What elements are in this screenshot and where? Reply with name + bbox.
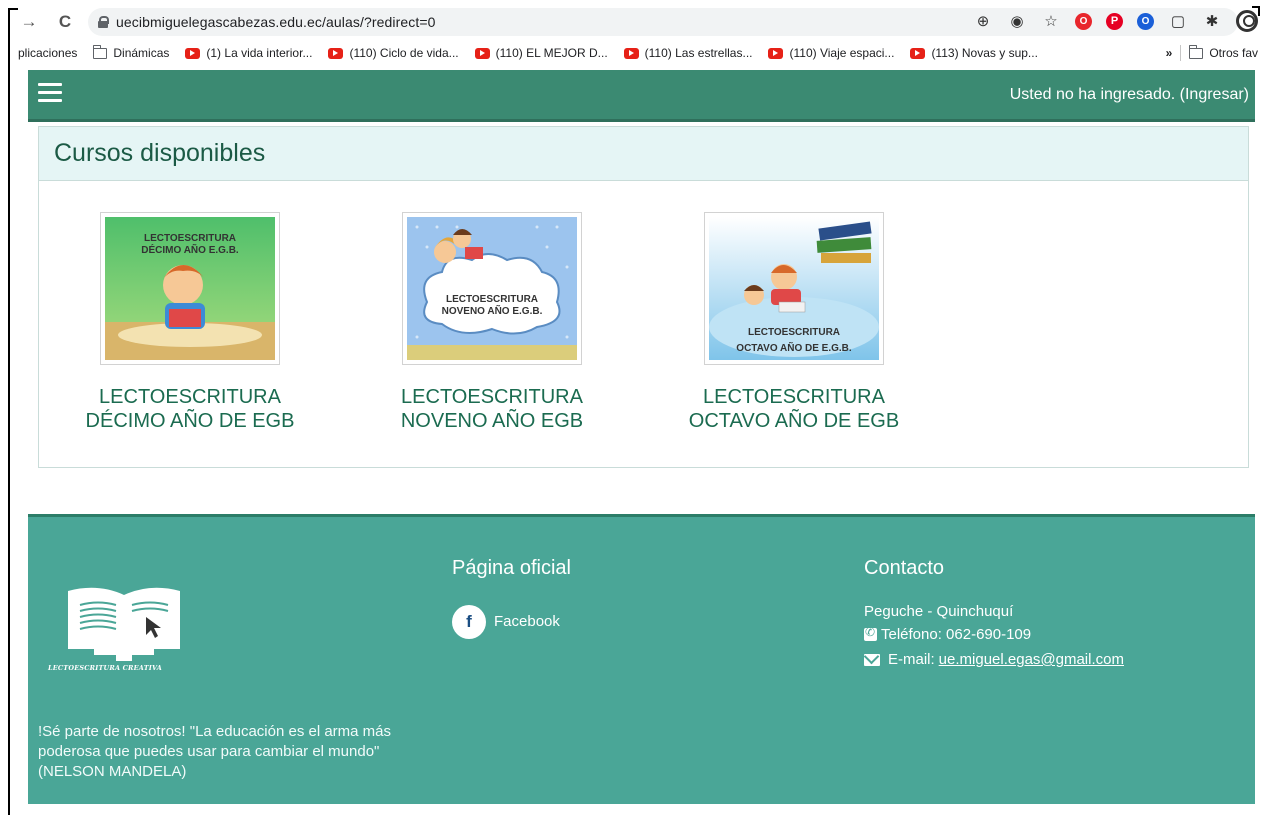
crop-border-left — [8, 8, 10, 815]
course-card[interactable]: LECTOESCRITURA DÉCIMO AÑO E.G.B. LECTOES… — [70, 212, 310, 433]
youtube-icon — [328, 47, 344, 59]
thumb-line1: LECTOESCRITURA — [748, 327, 840, 338]
toolbar-icons: ⊕ ◉ ☆ O P O ▢ ✱ — [973, 10, 1258, 32]
folder-icon — [1188, 44, 1204, 59]
youtube-icon — [910, 47, 926, 59]
course-title[interactable]: LECTOESCRITURA DÉCIMO AÑO DE EGB — [70, 385, 310, 433]
profile-avatar-icon[interactable] — [1236, 10, 1258, 32]
youtube-icon — [474, 47, 490, 59]
lock-icon[interactable] — [98, 16, 109, 28]
pinterest-icon[interactable]: P — [1106, 12, 1123, 30]
mail-icon — [864, 653, 880, 666]
course-title[interactable]: LECTOESCRITURA NOVENO AÑO EGB — [372, 385, 612, 433]
site-footer: LECTOESCRITURA CREATIVA !Sé parte de nos… — [28, 514, 1255, 804]
bookmark-label: plicaciones — [18, 46, 78, 60]
folder-icon — [92, 44, 108, 59]
email-label: E-mail: — [888, 651, 935, 668]
facebook-label[interactable]: Facebook — [494, 613, 560, 630]
crop-border-corner — [8, 8, 18, 10]
courses-header: Cursos disponibles — [39, 127, 1248, 181]
course-thumbnail[interactable]: LECTOESCRITURA OCTAVO AÑO DE E.G.B. — [704, 212, 884, 365]
footer-quote: !Sé parte de nosotros! "La educación es … — [38, 723, 392, 780]
contact-heading: Contacto — [864, 557, 945, 579]
forward-icon[interactable]: → — [18, 11, 40, 33]
youtube-icon — [185, 47, 201, 59]
login-link[interactable]: Usted no ha ingresado. (Ingresar) — [1010, 86, 1249, 104]
phone-icon — [864, 625, 877, 641]
reading-list-icon[interactable]: ▢ — [1168, 11, 1188, 31]
zoom-icon[interactable]: ⊕ — [973, 11, 993, 31]
bookmark-item[interactable]: (110) Las estrellas... — [623, 46, 753, 60]
course-title[interactable]: LECTOESCRITURA OCTAVO AÑO DE EGB — [674, 385, 914, 433]
course-card[interactable]: LECTOESCRITURA NOVENO AÑO E.G.B. LECTOES… — [372, 212, 612, 433]
bookmark-item[interactable]: (1) La vida interior... — [185, 46, 312, 60]
available-courses-panel: Cursos disponibles LECTOESCRITURA DÉCIMO… — [38, 126, 1249, 468]
course-title-line2: NOVENO AÑO EGB — [400, 410, 584, 432]
phone-text: Teléfono: 062-690-109 — [881, 626, 1032, 643]
contact-address: Peguche - Quinchuquí — [864, 603, 1014, 620]
other-bookmarks[interactable]: Otros fav — [1209, 46, 1258, 60]
course-image-octavo: LECTOESCRITURA OCTAVO AÑO DE E.G.B. — [709, 217, 879, 360]
course-title-line2: DÉCIMO AÑO DE EGB — [85, 410, 295, 432]
url-text: uecibmiguelegascabezas.edu.ec/aulas/?red… — [116, 14, 436, 30]
hamburger-menu-icon[interactable] — [38, 83, 62, 103]
facebook-icon[interactable]: f — [452, 605, 486, 639]
thumb-line2: OCTAVO AÑO DE E.G.B. — [736, 341, 852, 354]
bookmark-label: (110) EL MEJOR D... — [495, 46, 608, 60]
bookmark-label: (110) Las estrellas... — [644, 46, 753, 60]
facebook-link[interactable]: f Facebook — [452, 605, 560, 639]
extensions-puzzle-icon[interactable]: ✱ — [1202, 11, 1222, 31]
course-title-line1: LECTOESCRITURA — [703, 386, 885, 408]
logo-caption: LECTOESCRITURA CREATIVA — [48, 664, 162, 672]
bookmark-label: Dinámicas — [113, 46, 170, 60]
course-thumbnail[interactable]: LECTOESCRITURA DÉCIMO AÑO E.G.B. — [100, 212, 280, 365]
email-link[interactable]: ue.miguel.egas@gmail.com — [939, 651, 1124, 668]
course-image-decimo: LECTOESCRITURA DÉCIMO AÑO E.G.B. — [105, 217, 275, 360]
browser-window: → C uecibmiguelegascabezas.edu.ec/aulas/… — [0, 0, 1262, 815]
course-image-noveno: LECTOESCRITURA NOVENO AÑO E.G.B. — [407, 217, 577, 360]
thumb-line2: DÉCIMO AÑO E.G.B. — [141, 243, 239, 256]
youtube-icon — [623, 47, 639, 59]
bookmark-label: (1) La vida interior... — [206, 46, 313, 60]
more-bookmarks-chevron-icon[interactable]: » — [1166, 46, 1173, 60]
course-thumbnail[interactable]: LECTOESCRITURA NOVENO AÑO E.G.B. — [402, 212, 582, 365]
bookmark-item[interactable]: Dinámicas — [92, 44, 170, 60]
course-title-line2: OCTAVO AÑO DE EGB — [688, 410, 900, 432]
contact-email: E-mail: ue.miguel.egas@gmail.com — [864, 651, 1124, 668]
extension-red-icon[interactable]: O — [1075, 12, 1092, 30]
browser-toolbar: → C uecibmiguelegascabezas.edu.ec/aulas/… — [18, 8, 1262, 36]
bookmarks-bar: plicaciones Dinámicas (1) La vida interi… — [18, 40, 1262, 66]
bookmark-item[interactable]: plicaciones — [18, 46, 77, 60]
contact-phone: Teléfono: 062-690-109 — [864, 625, 1032, 643]
bookmark-item[interactable]: (113) Novas y sup... — [910, 46, 1038, 60]
youtube-icon — [768, 47, 784, 59]
course-title-line1: LECTOESCRITURA — [401, 386, 583, 408]
thumb-line1: LECTOESCRITURA — [446, 294, 538, 305]
bookmark-item[interactable]: (110) Ciclo de vida... — [328, 46, 459, 60]
star-icon[interactable]: ☆ — [1041, 11, 1061, 31]
thumb-line2: NOVENO AÑO E.G.B. — [442, 304, 543, 317]
page-title: Cursos disponibles — [54, 139, 266, 167]
bookmark-separator — [1180, 45, 1182, 61]
site-header: Usted no ha ingresado. (Ingresar) — [28, 70, 1255, 122]
bookmark-item[interactable]: (110) Viaje espaci... — [768, 46, 894, 60]
course-card[interactable]: LECTOESCRITURA OCTAVO AÑO DE E.G.B. LECT… — [674, 212, 914, 433]
thumb-line1: LECTOESCRITURA — [144, 233, 236, 244]
bookmarks-right: » Otros fav — [1166, 40, 1258, 66]
bookmark-label: (113) Novas y sup... — [931, 46, 1038, 60]
course-title-line1: LECTOESCRITURA — [99, 386, 281, 408]
eye-icon[interactable]: ◉ — [1007, 11, 1027, 31]
bookmark-label: (110) Ciclo de vida... — [349, 46, 459, 60]
extension-blue-icon[interactable]: O — [1137, 12, 1154, 30]
reload-icon[interactable]: C — [54, 11, 76, 33]
bookmark-item[interactable]: (110) EL MEJOR D... — [474, 46, 608, 60]
bookmark-label: (110) Viaje espaci... — [789, 46, 895, 60]
official-page-heading: Página oficial — [452, 557, 571, 579]
